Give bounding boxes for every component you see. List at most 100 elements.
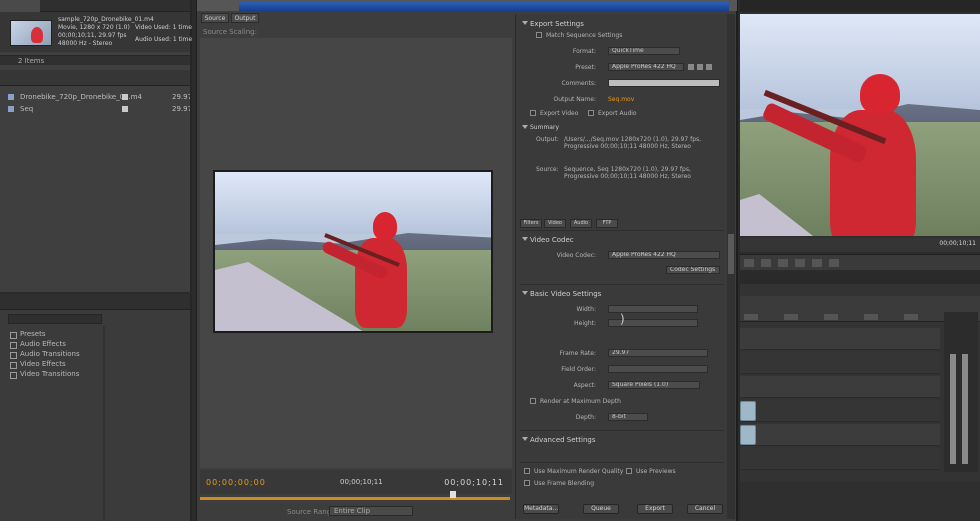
video-codec-select[interactable]: Apple ProRes 422 HQ [608, 251, 720, 259]
video-codec-section[interactable]: Video Codec [522, 236, 574, 244]
width-label: Width: [576, 306, 596, 313]
project-item[interactable]: Dronebike_720p_Dronebike_01.m4 29.97 [0, 92, 190, 102]
figure-body [830, 110, 916, 236]
effects-folder[interactable]: Audio Transitions [10, 350, 80, 359]
effects-folder[interactable]: Video Effects [10, 360, 66, 369]
timecode-in[interactable]: 00;00;00;00 [206, 478, 266, 487]
audio-meters-panel [944, 312, 978, 472]
source-range-bar[interactable] [200, 497, 510, 500]
max-render-quality-checkbox[interactable] [524, 468, 530, 474]
output-name-link[interactable]: Seq.mov [608, 96, 634, 103]
render-max-depth-checkbox[interactable] [530, 398, 536, 404]
advanced-settings-section[interactable]: Advanced Settings [522, 436, 596, 444]
step-back-icon[interactable] [744, 259, 754, 267]
codec-settings-button[interactable]: Codec Settings [666, 266, 720, 274]
section-divider [520, 430, 724, 431]
effects-search-input[interactable] [8, 314, 102, 324]
clip-line3: 00;00;10;11, 29.97 fps [58, 32, 127, 39]
audio-track[interactable] [740, 400, 940, 422]
metadata-button[interactable]: Metadata... [523, 504, 559, 514]
video-track[interactable] [740, 328, 940, 350]
effects-folder[interactable]: Audio Effects [10, 340, 66, 349]
cancel-button[interactable]: Cancel [687, 504, 723, 514]
monitor-tab-bar [740, 0, 980, 12]
export-audio-checkbox[interactable] [588, 110, 594, 116]
preset-label: Preset: [575, 64, 596, 71]
export-settings-section[interactable]: Export Settings [522, 20, 584, 28]
program-monitor-frame [740, 14, 980, 236]
field-order-label: Field Order: [561, 366, 596, 373]
tab-video[interactable]: Video [544, 219, 566, 228]
project-item-count: 2 Items [0, 55, 190, 65]
video-track[interactable] [740, 376, 940, 398]
export-settings-panel: Export Settings Match Sequence Settings … [515, 14, 727, 519]
queue-button[interactable]: Queue [583, 504, 619, 514]
delete-preset-icon[interactable] [706, 64, 712, 70]
export-video-checkbox[interactable] [530, 110, 536, 116]
timeline-tab-bar [740, 272, 980, 284]
timeline-clip[interactable] [740, 401, 756, 421]
effects-folder[interactable]: Presets [10, 330, 45, 339]
loop-icon[interactable] [795, 259, 805, 267]
timecode-out[interactable]: 00;00;10;11 [444, 478, 504, 487]
export-settings-dialog: Source Output Source Scaling: 00;00;00;0… [196, 0, 738, 521]
depth-select[interactable]: 8-bit [608, 413, 648, 421]
tab-source[interactable]: Source [201, 13, 229, 23]
source-range-select[interactable]: Entire Clip [329, 506, 413, 516]
clip-audio-usage: Audio Used: 1 time [135, 36, 193, 43]
export-video-label: Export Video [540, 110, 579, 117]
clip-name: sample_720p_Dronebike_01.m4 [58, 16, 154, 23]
tab-output[interactable]: Output [231, 13, 259, 23]
monitor-timecode-bar: 00;00;10;11 [740, 238, 980, 252]
play-icon[interactable] [761, 259, 771, 267]
preset-select[interactable]: Apple ProRes 422 HQ [608, 63, 684, 71]
project-preview-area: sample_720p_Dronebike_01.m4 Movie, 1280 … [0, 12, 193, 52]
match-sequence-checkbox[interactable] [536, 32, 542, 38]
clip-icon [8, 94, 14, 100]
aspect-select[interactable]: Square Pixels (1.0) [608, 381, 700, 389]
tab-filters[interactable]: Filters [520, 219, 542, 228]
link-dimensions-icon[interactable]: ) [620, 312, 625, 326]
basic-video-section[interactable]: Basic Video Settings [522, 290, 601, 298]
frame-rate-label: Frame Rate: [559, 350, 596, 357]
tab-ftp[interactable]: FTP [596, 219, 618, 228]
summary-output-details: /Users/.../Seq.mov 1280x720 (1.0), 29.97… [564, 136, 702, 150]
project-item-name: Seq [20, 105, 34, 113]
frame-rate-select[interactable]: 29.97 [608, 349, 708, 357]
safe-margins-icon[interactable] [812, 259, 822, 267]
field-order-select[interactable] [608, 365, 708, 373]
project-panel: sample_720p_Dronebike_01.m4 Movie, 1280 … [0, 0, 192, 292]
audio-track[interactable] [740, 424, 940, 446]
settings-scrollbar[interactable] [727, 14, 735, 519]
project-item[interactable]: Seq 29.97 [0, 104, 190, 114]
video-track[interactable] [740, 352, 940, 374]
export-preview-frame [213, 170, 493, 333]
project-tab-bar [0, 0, 190, 12]
clip-thumbnail[interactable] [10, 20, 52, 46]
sequence-icon [8, 106, 14, 112]
effects-folder[interactable]: Video Transitions [10, 370, 79, 379]
save-preset-icon[interactable] [688, 64, 694, 70]
figure-head [860, 74, 900, 114]
dialog-titlebar[interactable] [197, 0, 737, 11]
timeline-scroll-area[interactable] [740, 482, 980, 521]
comments-input[interactable] [608, 79, 720, 87]
summary-section[interactable]: Summary [522, 124, 559, 131]
frame-blending-checkbox[interactable] [524, 480, 530, 486]
project-tab[interactable] [0, 0, 40, 12]
export-button[interactable]: Export [637, 504, 673, 514]
format-select[interactable]: QuickTime [608, 47, 680, 55]
step-forward-icon[interactable] [778, 259, 788, 267]
export-time-bar: 00;00;00;00 00;00;10;11 00;00;10;11 [200, 470, 512, 494]
project-item-fps: 29.97 [172, 93, 190, 101]
playhead-handle[interactable] [450, 491, 456, 498]
clip-video-usage: Video Used: 1 time [135, 24, 192, 31]
use-previews-checkbox[interactable] [626, 468, 632, 474]
timeline-clip[interactable] [740, 425, 756, 445]
import-preset-icon[interactable] [697, 64, 703, 70]
export-frame-icon[interactable] [829, 259, 839, 267]
frame-blending-label: Use Frame Blending [534, 480, 595, 487]
audio-track[interactable] [740, 448, 940, 470]
tab-audio[interactable]: Audio [570, 219, 592, 228]
scrollbar-thumb[interactable] [728, 234, 734, 274]
